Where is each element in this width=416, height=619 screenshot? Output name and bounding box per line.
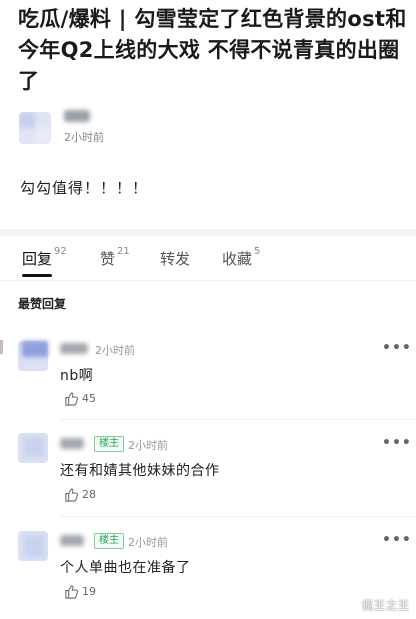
post-title: 吃瓜/爆料 | 勾雪莹定了红色背景的ost和今年Q2上线的大戏 不得不说青真的出… xyxy=(18,7,407,93)
like-button[interactable]: 19 xyxy=(64,584,96,599)
like-button[interactable]: 45 xyxy=(64,391,96,406)
like-button[interactable]: 28 xyxy=(64,487,96,502)
more-icon[interactable]: ••• xyxy=(382,435,412,451)
comment-time: 2小时前 xyxy=(128,536,168,549)
post-body: 勾勾值得！！！！ xyxy=(20,179,149,197)
more-icon[interactable]: ••• xyxy=(382,340,412,356)
thumb-up-icon xyxy=(65,392,78,406)
commenter-name-blurred[interactable] xyxy=(60,438,84,449)
like-count: 45 xyxy=(82,392,96,405)
author-avatar[interactable] xyxy=(19,112,51,144)
tab-replies-count: 92 xyxy=(54,246,67,257)
commenter-avatar[interactable] xyxy=(18,531,48,561)
post-time: 2小时前 xyxy=(64,131,104,144)
like-count: 28 xyxy=(82,488,96,501)
tab-reposts-label: 转发 xyxy=(160,250,191,268)
watermark: 侃王之王 xyxy=(362,599,410,612)
like-count: 19 xyxy=(82,585,96,598)
tab-replies[interactable]: 回复 92 xyxy=(22,246,67,269)
comment-separator xyxy=(60,419,416,420)
op-badge: 楼主 xyxy=(94,533,124,549)
section-label: 最赞回复 xyxy=(18,297,67,311)
tab-reposts[interactable]: 转发 xyxy=(160,248,190,269)
author-name-blurred[interactable] xyxy=(64,110,90,122)
comment-time: 2小时前 xyxy=(128,439,168,452)
tab-likes-label: 赞 xyxy=(100,250,116,268)
tab-favorites-label: 收藏 xyxy=(222,250,253,268)
thumb-up-icon xyxy=(65,488,78,502)
commenter-avatar[interactable] xyxy=(18,341,48,371)
more-icon[interactable]: ••• xyxy=(382,532,412,548)
tab-favorites[interactable]: 收藏 5 xyxy=(222,246,261,269)
commenter-name-blurred[interactable] xyxy=(60,535,84,546)
tab-replies-label: 回复 xyxy=(22,250,53,268)
commenter-name-blurred[interactable] xyxy=(60,343,88,354)
comment-text: nb啊 xyxy=(60,368,94,384)
op-badge: 楼主 xyxy=(94,436,124,452)
tab-likes[interactable]: 赞 21 xyxy=(100,246,130,269)
comment-separator xyxy=(60,516,416,517)
edge-mark xyxy=(0,340,3,354)
comment-tabs: 回复 92 赞 21 转发 收藏 5 xyxy=(0,244,416,278)
section-divider xyxy=(0,229,416,236)
commenter-avatar[interactable] xyxy=(18,433,48,463)
tabs-divider xyxy=(0,280,416,281)
tab-active-underline xyxy=(22,274,52,277)
comment-text: 还有和婧其他妹妹的合作 xyxy=(60,463,220,479)
comment-text: 个人单曲也在准备了 xyxy=(60,560,191,576)
tab-favorites-count: 5 xyxy=(254,246,261,257)
thumb-up-icon xyxy=(65,585,78,599)
tab-likes-count: 21 xyxy=(117,246,130,257)
comment-time: 2小时前 xyxy=(95,344,135,357)
